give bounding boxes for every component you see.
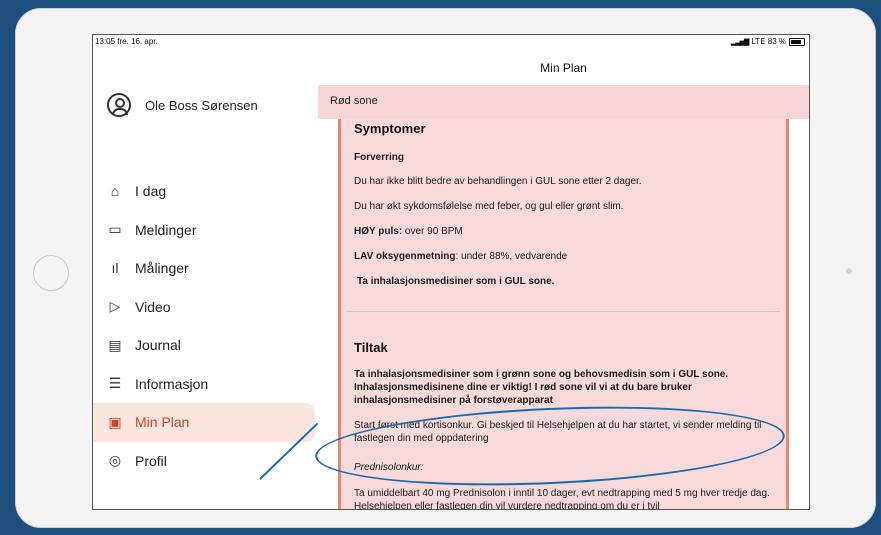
home-icon: ⌂ — [110, 183, 120, 200]
camera-dot — [846, 268, 852, 274]
puls-value: over 90 BPM — [402, 226, 463, 237]
sidebar-item-label: I dag — [135, 183, 167, 200]
sidebar-item-profil[interactable]: ◎ Profil — [93, 442, 315, 481]
sidebar: 13:05 fre. 16. apr. Ole Boss Sørensen ⌂ I… — [93, 35, 319, 509]
forverring-label: Forverring — [354, 152, 405, 163]
sidebar-item-informasjon[interactable]: ☰ Informasjon — [93, 365, 315, 404]
clipboard-icon: ▤ — [108, 336, 122, 353]
oksygen-value: : under 88%, vedvarende — [455, 251, 568, 262]
sidebar-item-label: Video — [135, 298, 171, 315]
user-profile[interactable]: Ole Boss Sørensen — [107, 93, 258, 117]
date-text: fre. 16. apr. — [117, 37, 158, 46]
symptomer-heading: Symptomer — [354, 121, 426, 136]
tiltak-bold-text: Ta inhalasjonsmedisiner som i grønn sone… — [354, 369, 729, 406]
sidebar-item-målinger[interactable]: ıl Målinger — [93, 249, 315, 288]
sidebar-nav: ⌂ I dag ▭ Meldinger ıl Målinger ▷ Video ▤ Journal… — [93, 172, 315, 480]
sidebar-item-label: Min Plan — [135, 414, 190, 431]
section-divider — [347, 311, 780, 312]
symptom-line-1: Du har ikke blitt bedre av behandlingen … — [354, 176, 642, 187]
sidebar-item-label: Informasjon — [135, 375, 209, 392]
page-title: Min Plan — [540, 61, 587, 75]
status-time: 13:05 fre. 16. apr. — [95, 37, 158, 46]
puls-line: HØY puls: over 90 BPM — [354, 225, 774, 238]
zone-header: Rød sone — [318, 85, 809, 119]
sidebar-item-label: Profil — [135, 452, 167, 469]
medisin-line: Ta inhalasjonsmedisiner som i GUL sone. — [357, 276, 555, 287]
person-circle-icon — [107, 93, 131, 117]
bar-chart-icon: ıl — [111, 260, 119, 277]
plan-icon: ▣ — [108, 413, 122, 430]
profile-icon: ◎ — [108, 452, 122, 469]
sidebar-item-label: Meldinger — [135, 221, 197, 238]
document-icon: ☰ — [108, 375, 122, 392]
tiltak-heading: Tiltak — [354, 340, 388, 355]
battery-icon — [789, 37, 805, 46]
prednisolon-text: Ta umiddelbart 40 mg Prednisolon i innti… — [354, 488, 770, 510]
sidebar-item-journal[interactable]: ▤ Journal — [93, 326, 315, 365]
user-name: Ole Boss Sørensen — [145, 97, 258, 113]
sidebar-item-i-dag[interactable]: ⌂ I dag — [93, 172, 315, 211]
sidebar-item-video[interactable]: ▷ Video — [93, 288, 315, 327]
sidebar-item-label: Målinger — [135, 260, 189, 277]
time-text: 13:05 — [95, 37, 116, 46]
chat-icon: ▭ — [108, 221, 122, 238]
sidebar-item-meldinger[interactable]: ▭ Meldinger — [93, 211, 315, 250]
oksygen-label: LAV oksygenmetning — [354, 251, 456, 262]
video-icon: ▷ — [109, 298, 121, 315]
status-network: ▂▃▅▇ LTE 83 % — [731, 37, 805, 46]
sidebar-item-label: Journal — [135, 337, 181, 354]
home-button[interactable] — [33, 255, 69, 291]
sidebar-item-min-plan[interactable]: ▣ Min Plan — [93, 403, 315, 442]
oksygen-line: LAV oksygenmetning: under 88%, vedvarend… — [354, 250, 774, 263]
symptom-line-2: Du har økt sykdomsfølelse med feber, og … — [354, 201, 624, 212]
network-text: LTE 83 % — [751, 37, 786, 46]
signal-icon: ▂▃▅▇ — [730, 38, 750, 46]
puls-label: HØY puls: — [354, 226, 403, 237]
